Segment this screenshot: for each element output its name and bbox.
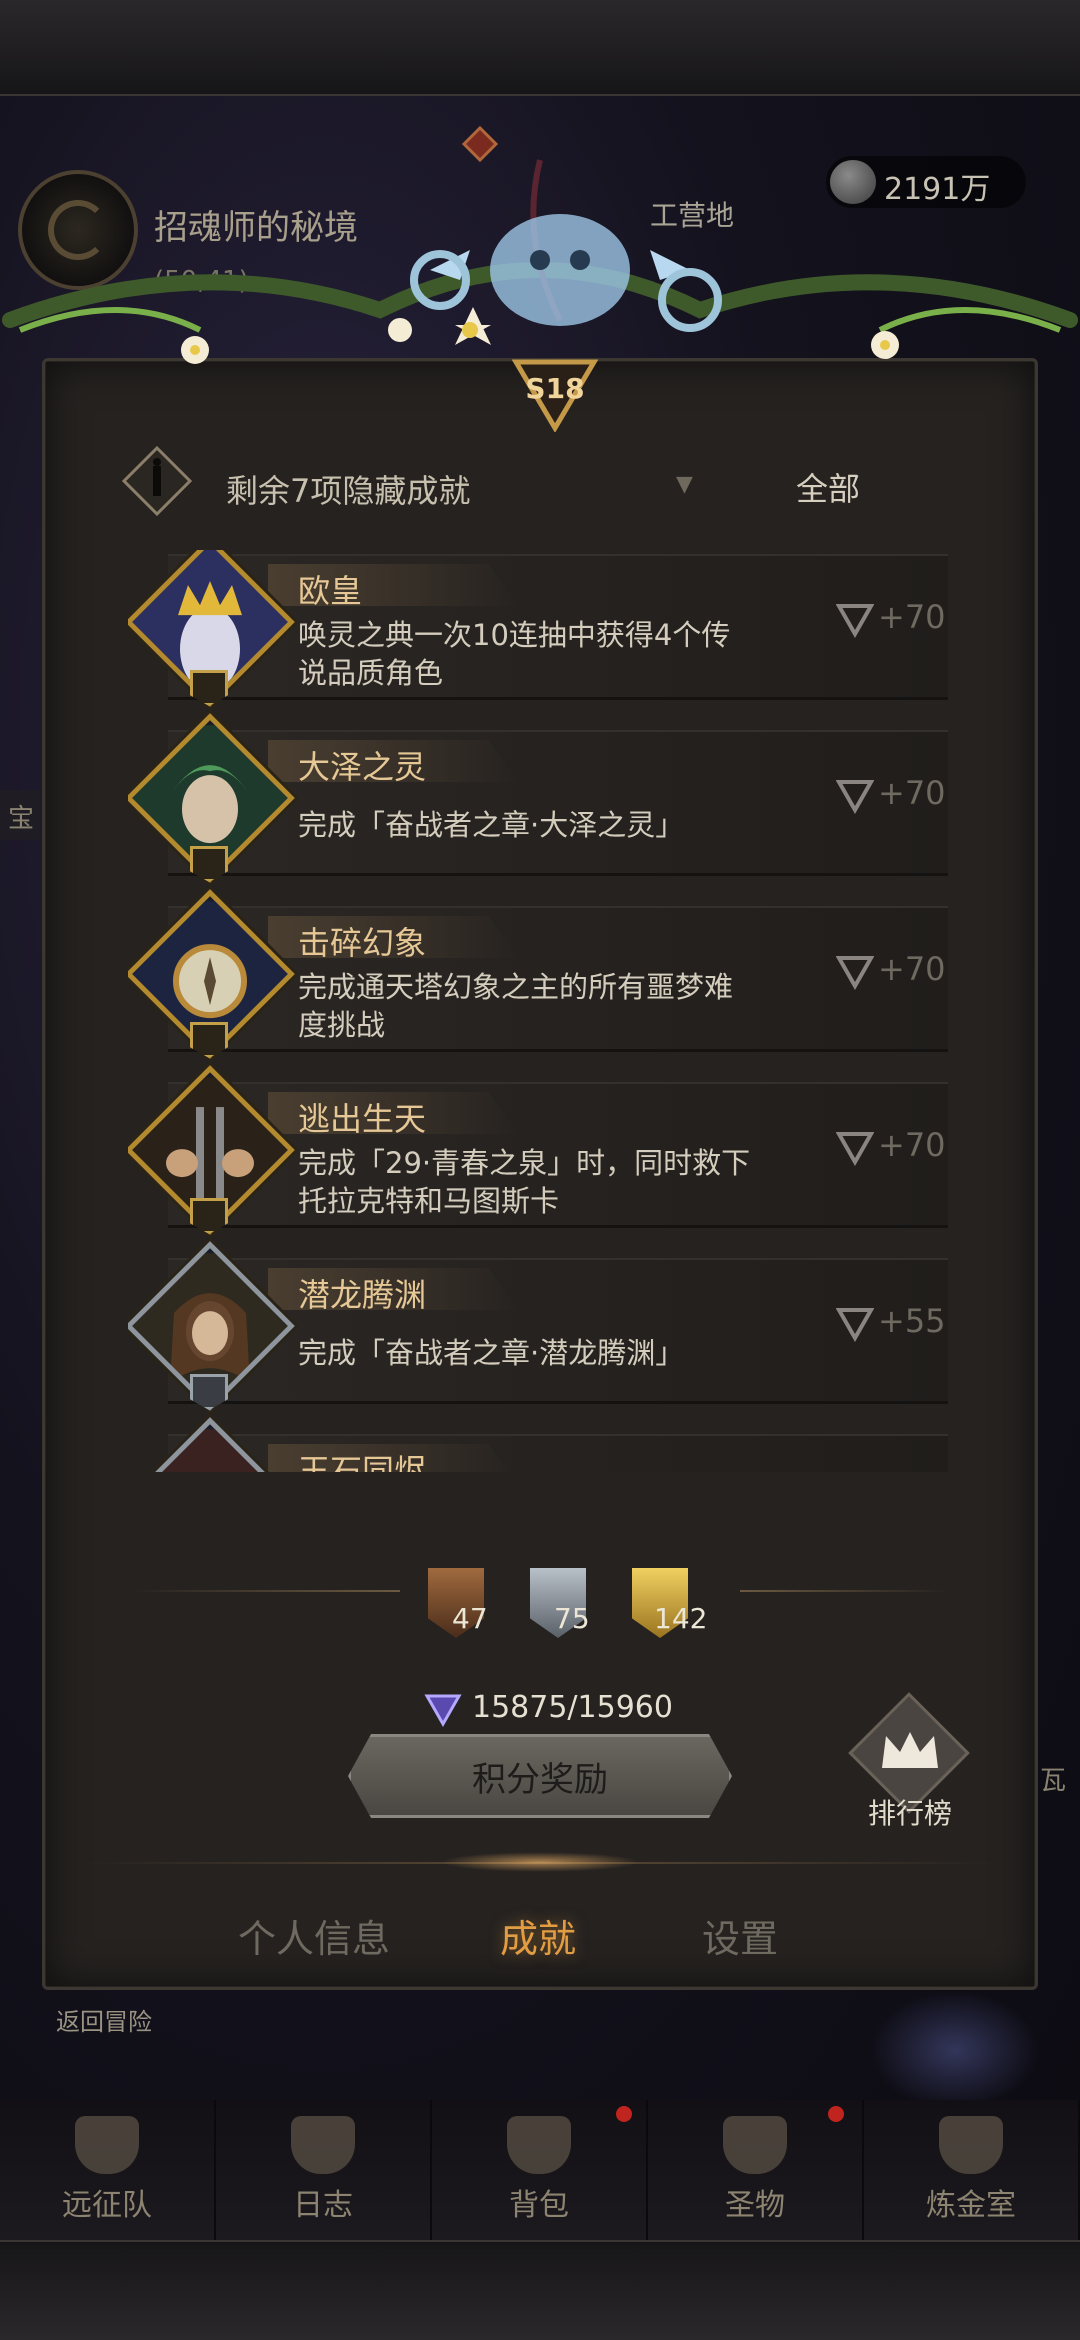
score-points-icon	[424, 1694, 462, 1728]
achievement-points: +70	[878, 1126, 946, 1164]
nav-label: 圣物	[725, 2188, 785, 2223]
scroll-icon	[291, 2116, 355, 2174]
crown-icon	[882, 1732, 938, 1768]
tab-settings[interactable]: 设置	[702, 1908, 778, 1963]
achievement-row[interactable]: 击碎幻象 完成通天塔幻象之主的所有噩梦难度挑战 +70	[128, 889, 948, 1059]
achievement-title: 逃出生天	[298, 1100, 427, 1138]
achievement-desc: 完成「奋战者之章·大泽之灵」	[298, 808, 685, 842]
notification-dot	[616, 2106, 632, 2122]
score-value: 15875/15960	[472, 1690, 673, 1725]
nav-label: 炼金室	[926, 2188, 1016, 2223]
points-icon	[836, 1132, 874, 1166]
nav-label: 背包	[509, 2188, 569, 2223]
return-adventure-label[interactable]: 返回冒险	[56, 2002, 152, 2037]
divider-left	[130, 1590, 400, 1592]
achievement-points: +55	[878, 1302, 946, 1340]
nav-alchemy[interactable]: 炼金室	[864, 2100, 1080, 2240]
divider-right	[740, 1590, 950, 1592]
season-label: S18	[525, 372, 585, 405]
points-reward-label: 积分奖励	[472, 1759, 608, 1800]
nav-label: 日志	[293, 2188, 353, 2223]
ranking-label[interactable]: 排行榜	[868, 1792, 952, 1832]
achievement-desc: 完成通天塔幻象之主的所有噩梦难度挑战	[298, 970, 734, 1042]
bottom-nav: 远征队 日志 背包 圣物 炼金室	[0, 2100, 1080, 2240]
achievement-desc: 完成「29·青春之泉」时，同时救下托拉克特和马图斯卡	[298, 1146, 751, 1218]
side-tab-right[interactable]: 瓦	[1040, 1760, 1080, 1810]
active-tab-glow	[440, 1852, 640, 1872]
hidden-achievements-text: 剩余7项隐藏成就	[226, 472, 471, 510]
tab-profile[interactable]: 个人信息	[238, 1908, 390, 1963]
points-icon	[836, 1308, 874, 1342]
portal-orb	[870, 1990, 1040, 2110]
achievement-row[interactable]: 欧皇 唤灵之典一次10连抽中获得4个传说品质角色 +70	[128, 550, 948, 707]
hidden-achievement-icon	[122, 446, 192, 516]
silver-count: 75	[554, 1602, 590, 1635]
points-icon	[836, 604, 874, 638]
points-icon	[836, 956, 874, 990]
gold-tier-badge	[190, 846, 228, 882]
notification-dot	[828, 2106, 844, 2122]
gold-tier-badge	[190, 670, 228, 706]
nav-backpack[interactable]: 背包	[432, 2100, 648, 2240]
points-icon	[836, 780, 874, 814]
achievement-row[interactable]: 大泽之灵 完成「奋战者之章·大泽之灵」 +70	[128, 713, 948, 883]
side-tab-left[interactable]: 宝	[0, 790, 40, 840]
bottom-frame	[0, 2240, 1080, 2340]
points-reward-button[interactable]: 积分奖励	[348, 1734, 732, 1818]
achievement-row[interactable]: 潜龙腾渊 完成「奋战者之章·潜龙腾渊」 +55	[128, 1241, 948, 1411]
top-frame	[0, 0, 1080, 96]
silver-tier-badge	[190, 1374, 228, 1410]
achievement-desc: 完成「奋战者之章·潜龙腾渊」	[298, 1336, 685, 1370]
chalice-icon	[723, 2116, 787, 2174]
dropdown-caret-icon[interactable]: ▼	[676, 472, 693, 497]
bronze-count: 47	[452, 1602, 488, 1635]
alchemy-icon	[939, 2116, 1003, 2174]
achievement-title: 大泽之灵	[298, 748, 427, 786]
bag-icon	[507, 2116, 571, 2174]
achievement-title: 玉石同烬	[298, 1452, 427, 1472]
achievement-row[interactable]: 逃出生天 完成「29·青春之泉」时，同时救下托拉克特和马图斯卡 +70	[128, 1065, 948, 1235]
achievement-title: 欧皇	[298, 572, 363, 610]
tab-achievements[interactable]: 成就	[500, 1908, 576, 1963]
gold-tier-badge	[190, 1022, 228, 1058]
achievement-points: +70	[878, 598, 946, 636]
achievement-list[interactable]: 欧皇 唤灵之典一次10连抽中获得4个传说品质角色 +70 大泽之灵 完成「奋战者…	[128, 550, 948, 1472]
achievement-points: +70	[878, 774, 946, 812]
nav-expedition[interactable]: 远征队	[0, 2100, 216, 2240]
nav-journal[interactable]: 日志	[216, 2100, 432, 2240]
filter-dropdown[interactable]: 全部	[796, 464, 860, 510]
achievement-row[interactable]: 玉石同烬	[128, 1417, 948, 1472]
gold-count: 142	[654, 1602, 708, 1635]
helmet-icon	[75, 2116, 139, 2174]
nav-relics[interactable]: 圣物	[648, 2100, 864, 2240]
gold-tier-badge	[190, 1198, 228, 1234]
achievement-title: 潜龙腾渊	[298, 1276, 427, 1314]
nav-label: 远征队	[62, 2188, 152, 2223]
achievement-desc: 唤灵之典一次10连抽中获得4个传说品质角色	[298, 618, 731, 690]
achievement-points: +70	[878, 950, 946, 988]
achievement-title: 击碎幻象	[298, 924, 427, 962]
